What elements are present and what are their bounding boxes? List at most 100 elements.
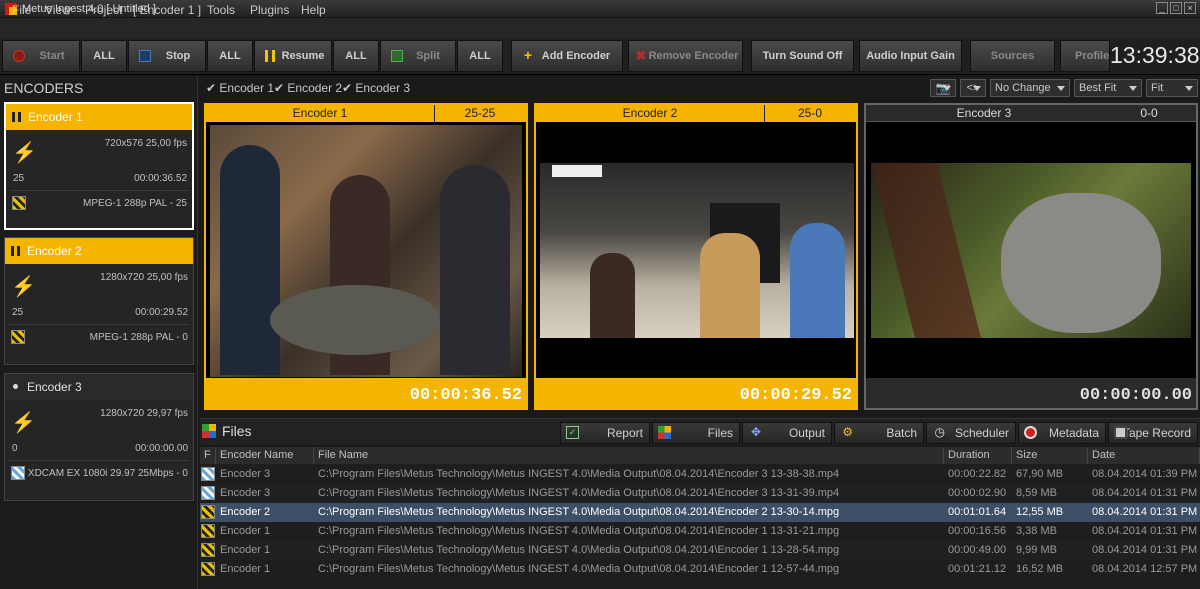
remove-icon: ✖ (635, 48, 647, 63)
divider (9, 324, 189, 325)
encoder-time: 00:00:29.52 (135, 307, 188, 318)
close-icon[interactable]: × (1184, 2, 1196, 14)
check-encoder-1[interactable]: ✔ Encoder 1 (206, 81, 274, 95)
tape-icon (1114, 426, 1127, 439)
encoder-card-3[interactable]: Encoder 3 1280x720 29,97 fps ⚡ 0 00:00:0… (4, 373, 194, 501)
scale-dropdown[interactable]: Fit (1146, 79, 1198, 97)
pause-icon (265, 50, 275, 62)
clock: 13:39:38 (1110, 42, 1200, 68)
menu-view[interactable]: View (45, 3, 71, 17)
stop-icon (139, 50, 151, 62)
maximize-icon[interactable]: □ (1170, 2, 1182, 14)
swap-button[interactable]: <> (960, 79, 986, 97)
encoder-card-header: Encoder 3 (5, 374, 193, 400)
encoder-card-1[interactable]: Encoder 1 720x576 25,00 fps ⚡ 25 00:00:3… (4, 102, 194, 230)
table-row-selected[interactable]: Encoder 2 C:\Program Files\Metus Technol… (200, 503, 1200, 522)
clock-icon: ◷ (934, 425, 945, 439)
encoder-card-header: Encoder 2 (5, 238, 193, 264)
lightning-icon: ⚡ (11, 276, 36, 298)
split-all-button[interactable]: ALL (457, 40, 503, 72)
start-all-button[interactable]: ALL (81, 40, 127, 72)
menu-project[interactable]: Project (85, 3, 122, 17)
video-preview-1 (210, 125, 522, 377)
table-row[interactable]: Encoder 3 C:\Program Files\Metus Technol… (200, 484, 1200, 503)
preview-panel-1[interactable]: Encoder 1 25-25 00:00:36.52 (204, 103, 528, 410)
encoder-level: 0 (12, 443, 18, 454)
snapshot-button[interactable]: 📷 (930, 79, 956, 97)
tab-tape-record[interactable]: Tape Record (1108, 422, 1198, 444)
encoder-resolution: 720x576 25,00 fps (104, 138, 187, 149)
start-button[interactable]: Start (2, 40, 80, 72)
menu-help[interactable]: Help (301, 3, 326, 17)
tab-files[interactable]: Files (652, 422, 740, 444)
preview-panel-3[interactable]: Encoder 3 0-0 00:00:00.00 (864, 103, 1198, 410)
timecode: 00:00:29.52 (739, 386, 852, 405)
preview-panel-2[interactable]: Encoder 2 25-0 00:00:29.52 (534, 103, 858, 410)
menu-file[interactable]: File (12, 3, 31, 17)
tab-scheduler[interactable]: ◷ Scheduler (926, 422, 1016, 444)
mpg-file-icon (201, 543, 215, 557)
menu-plugins[interactable]: Plugins (250, 3, 289, 17)
encoders-title: ENCODERS (4, 80, 84, 96)
tab-output[interactable]: ✥ Output (742, 422, 832, 444)
divider (9, 460, 189, 461)
encoder-level: 25 (12, 307, 24, 318)
col-size[interactable]: Size (1012, 447, 1088, 464)
resume-button[interactable]: Resume (254, 40, 332, 72)
turn-sound-off-button[interactable]: Turn Sound Off (751, 40, 854, 72)
menu-encoder[interactable]: [ Encoder 1 ] (133, 3, 201, 17)
files-icon (202, 424, 216, 438)
col-date[interactable]: Date (1088, 447, 1200, 464)
minimize-icon[interactable]: _ (1156, 2, 1168, 14)
pause-icon (12, 112, 21, 122)
report-icon: ✓ (566, 426, 579, 439)
col-duration[interactable]: Duration (944, 447, 1012, 464)
panel-header: Encoder 1 25-25 (206, 105, 526, 122)
tab-batch[interactable]: ⚙ Batch (834, 422, 924, 444)
encoder-resolution: 1280x720 25,00 fps (100, 272, 188, 283)
encoder-card-2[interactable]: Encoder 2 1280x720 25,00 fps ⚡ 25 00:00:… (4, 237, 194, 365)
encoder-card-header: Encoder 1 (6, 104, 192, 130)
col-flag[interactable]: F (200, 447, 216, 464)
mpg-file-icon (201, 524, 215, 538)
tab-metadata[interactable]: Metadata (1018, 422, 1106, 444)
lightning-icon: ⚡ (12, 142, 37, 164)
files-tab-icon (658, 426, 671, 439)
record-icon (13, 50, 25, 62)
stop-button[interactable]: Stop (128, 40, 206, 72)
add-encoder-button[interactable]: + Add Encoder (511, 40, 623, 72)
xdcam-format-icon (11, 466, 25, 480)
table-row[interactable]: Encoder 1 C:\Program Files\Metus Technol… (200, 522, 1200, 541)
col-encoder-name[interactable]: Encoder Name (216, 447, 314, 464)
split-button[interactable]: Split (380, 40, 456, 72)
panel-footer: 00:00:36.52 (206, 378, 526, 408)
panel-header: Encoder 2 25-0 (536, 105, 856, 122)
table-row[interactable]: Encoder 1 C:\Program Files\Metus Technol… (200, 560, 1200, 579)
check-encoder-3[interactable]: ✔ Encoder 3 (342, 81, 410, 95)
panel-header: Encoder 3 0-0 (866, 105, 1196, 122)
table-row[interactable]: Encoder 3 C:\Program Files\Metus Technol… (200, 465, 1200, 484)
mpeg-format-icon (11, 330, 25, 344)
stop-all-button[interactable]: ALL (207, 40, 253, 72)
table-row[interactable]: Encoder 1 C:\Program Files\Metus Technol… (200, 541, 1200, 560)
plus-icon: + (523, 47, 533, 63)
encoder-format: MPEG-1 288p PAL - 0 (89, 332, 188, 343)
panel-footer: 00:00:29.52 (536, 378, 856, 408)
tab-report[interactable]: ✓ Report (560, 422, 650, 444)
encoder-time: 00:00:00.00 (135, 443, 188, 454)
menu-tools[interactable]: Tools (207, 3, 235, 17)
profile-button[interactable]: Profile (1060, 40, 1110, 72)
resume-all-button[interactable]: ALL (333, 40, 379, 72)
record-icon (1024, 426, 1037, 439)
remove-encoder-button[interactable]: ✖ Remove Encoder (628, 40, 743, 72)
col-file-name[interactable]: File Name (314, 447, 944, 464)
sources-button[interactable]: Sources (970, 40, 1055, 72)
encoder-resolution: 1280x720 29,97 fps (100, 408, 188, 419)
mode-dropdown[interactable]: No Change (990, 79, 1070, 97)
check-encoder-2[interactable]: ✔ Encoder 2 (274, 81, 342, 95)
lightning-icon: ⚡ (11, 412, 36, 434)
mp4-file-icon (201, 486, 215, 500)
fit-dropdown[interactable]: Best Fit (1074, 79, 1142, 97)
output-icon: ✥ (750, 425, 761, 439)
audio-input-gain-button[interactable]: Audio Input Gain (859, 40, 962, 72)
